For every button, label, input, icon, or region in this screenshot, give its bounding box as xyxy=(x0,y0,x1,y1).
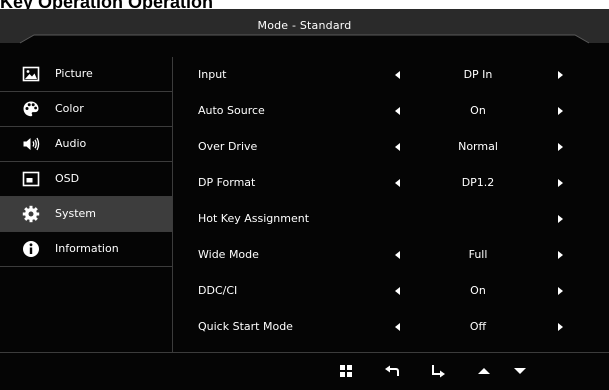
setting-label: Over Drive xyxy=(198,140,258,153)
mode-title: Mode - Standard xyxy=(257,19,352,32)
arrow-left-icon[interactable] xyxy=(395,323,400,331)
arrow-left-icon[interactable] xyxy=(395,179,400,187)
arrow-right-icon[interactable] xyxy=(558,323,563,331)
setting-row-dp-format[interactable]: DP Format DP1.2 xyxy=(173,165,609,201)
setting-label: Auto Source xyxy=(198,104,265,117)
sidebar-item-label: System xyxy=(55,207,97,220)
setting-row-hot-key-assignment[interactable]: Hot Key Assignment xyxy=(173,201,609,237)
setting-row-wide-mode[interactable]: Wide Mode Full xyxy=(173,237,609,273)
setting-row-auto-source[interactable]: Auto Source On xyxy=(173,93,609,129)
arrow-right-icon[interactable] xyxy=(558,179,563,187)
sidebar-item-information[interactable]: Information xyxy=(0,232,172,267)
arrow-left-icon[interactable] xyxy=(395,71,400,79)
setting-value: Normal xyxy=(458,140,498,153)
sidebar-item-label: Audio xyxy=(55,137,87,150)
gear-icon xyxy=(22,205,40,223)
setting-label: DDC/CI xyxy=(198,284,238,297)
arrow-left-icon[interactable] xyxy=(395,143,400,151)
setting-label: Wide Mode xyxy=(198,248,259,261)
setting-value: Off xyxy=(469,320,487,333)
setting-row-input[interactable]: Input DP In xyxy=(173,57,609,93)
arrow-right-icon[interactable] xyxy=(558,143,563,151)
up-arrow-icon[interactable] xyxy=(476,363,492,379)
sidebar-item-osd[interactable]: OSD xyxy=(0,162,172,197)
key-guide-bar xyxy=(0,353,609,390)
settings-list: Input DP In Auto Source On Over Drive No… xyxy=(173,57,609,345)
picture-icon xyxy=(22,65,40,83)
setting-value: DP In xyxy=(463,68,493,81)
sidebar-item-system[interactable]: System xyxy=(0,197,172,232)
sidebar-item-label: Information xyxy=(55,242,119,255)
sidebar-item-label: OSD xyxy=(55,172,80,185)
setting-value: On xyxy=(470,104,486,117)
setting-label: DP Format xyxy=(198,176,256,189)
setting-label: Hot Key Assignment xyxy=(198,212,310,225)
arrow-left-icon[interactable] xyxy=(395,251,400,259)
setting-row-quick-start-mode[interactable]: Quick Start Mode Off xyxy=(173,309,609,345)
enter-icon[interactable] xyxy=(430,363,446,379)
sidebar-item-label: Color xyxy=(55,102,84,115)
setting-value: Full xyxy=(468,248,488,261)
sidebar-item-picture[interactable]: Picture xyxy=(0,57,172,92)
setting-row-ddc-ci[interactable]: DDC/CI On xyxy=(173,273,609,309)
arrow-right-icon[interactable] xyxy=(558,71,563,79)
setting-value: On xyxy=(470,284,486,297)
palette-icon xyxy=(22,100,40,118)
arrow-right-icon[interactable] xyxy=(558,287,563,295)
info-icon xyxy=(22,240,40,258)
setting-label: Input xyxy=(198,68,227,81)
sidebar-item-audio[interactable]: Audio xyxy=(0,127,172,162)
arrow-left-icon[interactable] xyxy=(395,107,400,115)
setting-label: Quick Start Mode xyxy=(198,320,293,333)
title-bar: Mode - Standard xyxy=(0,9,609,47)
arrow-left-icon[interactable] xyxy=(395,287,400,295)
arrow-right-icon[interactable] xyxy=(558,107,563,115)
arrow-right-icon[interactable] xyxy=(558,215,563,223)
menu-grid-icon[interactable] xyxy=(338,363,354,379)
sidebar-item-label: Picture xyxy=(55,67,93,80)
osd-menu: Mode - Standard Picture Color Audio OSD … xyxy=(0,9,609,390)
osd-icon xyxy=(22,170,40,188)
down-arrow-icon[interactable] xyxy=(512,363,528,379)
sidebar: Picture Color Audio OSD System Informati… xyxy=(0,57,172,267)
arrow-right-icon[interactable] xyxy=(558,251,563,259)
sidebar-item-color[interactable]: Color xyxy=(0,92,172,127)
setting-value: DP1.2 xyxy=(461,176,495,189)
return-icon[interactable] xyxy=(384,363,400,379)
setting-row-over-drive[interactable]: Over Drive Normal xyxy=(173,129,609,165)
speaker-icon xyxy=(22,135,40,153)
